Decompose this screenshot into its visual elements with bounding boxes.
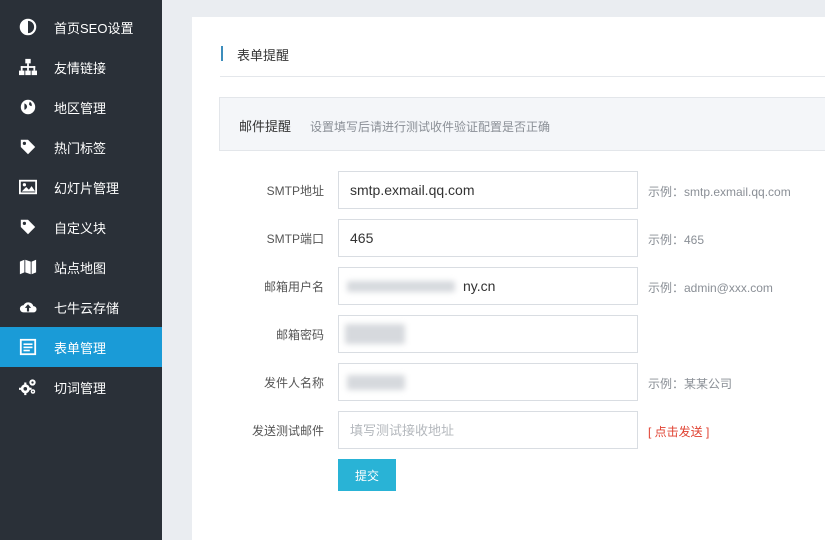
title-accent-bar (221, 46, 223, 61)
image-icon (18, 177, 38, 197)
sender-name-input[interactable] (338, 363, 638, 401)
tag-icon (18, 137, 38, 157)
sidebar-item-label: 表单管理 (54, 340, 107, 356)
smtp-host-input[interactable] (338, 171, 638, 209)
test-email-label: 发送测试邮件 (251, 424, 324, 438)
submit-button[interactable]: 提交 (338, 459, 396, 491)
test-email-input[interactable] (338, 411, 638, 449)
sender-name-hint: 示例：某某公司 (648, 377, 733, 391)
sidebar-item-label: 友情链接 (54, 60, 107, 76)
password-input[interactable] (338, 315, 638, 353)
section-title: 邮件提醒 (239, 119, 292, 134)
sidebar-item-label: 地区管理 (54, 100, 107, 116)
sidebar-item-qiniu[interactable]: 七牛云存储 (0, 287, 162, 327)
sidebar-item-label: 站点地图 (54, 260, 107, 276)
sidebar-item-label: 自定义块 (54, 220, 107, 236)
gears-icon (18, 377, 38, 397)
cloud-upload-icon (18, 297, 38, 317)
username-hint: 示例：admin@xxx.com (648, 281, 773, 295)
sidebar-item-region[interactable]: 地区管理 (0, 87, 162, 127)
sender-name-label: 发件人名称 (263, 376, 324, 390)
half-circle-icon (18, 17, 38, 37)
username-value: ny.cn (463, 278, 496, 294)
page-title: 表单提醒 (237, 48, 290, 63)
section-header: 邮件提醒 设置填写后请进行测试收件验证配置是否正确 (219, 97, 825, 151)
section-description: 设置填写后请进行测试收件验证配置是否正确 (310, 120, 551, 134)
sidebar-item-label: 首页SEO设置 (54, 20, 134, 36)
sidebar-item-slides[interactable]: 幻灯片管理 (0, 167, 162, 207)
sitemap-icon (18, 57, 38, 77)
sidebar-item-label: 幻灯片管理 (54, 180, 120, 196)
sidebar-item-segmentation[interactable]: 切词管理 (0, 367, 162, 407)
sidebar-item-label: 七牛云存储 (54, 300, 120, 316)
map-icon (18, 257, 38, 277)
sidebar-item-custom-block[interactable]: 自定义块 (0, 207, 162, 247)
redacted-blur (345, 324, 405, 344)
sidebar-item-forms[interactable]: 表单管理 (0, 327, 162, 367)
smtp-port-hint: 示例：465 (648, 233, 705, 247)
sidebar-item-seo[interactable]: 首页SEO设置 (0, 7, 162, 47)
username-input[interactable]: ny.cn (338, 267, 638, 305)
smtp-host-hint: 示例：smtp.exmail.qq.com (648, 185, 791, 199)
main-panel: 表单提醒 邮件提醒 设置填写后请进行测试收件验证配置是否正确 SMTP地址 示例… (192, 17, 825, 540)
username-label: 邮箱用户名 (263, 280, 324, 294)
redacted-blur (347, 281, 455, 292)
form-icon (18, 337, 38, 357)
smtp-port-input[interactable] (338, 219, 638, 257)
sidebar-item-tags[interactable]: 热门标签 (0, 127, 162, 167)
smtp-host-label: SMTP地址 (266, 184, 324, 198)
sidebar: 首页SEO设置 友情链接 地区管理 热门标签 幻灯片管理 自定义块 站点地图 七… (0, 0, 162, 540)
sidebar-item-label: 切词管理 (54, 380, 107, 396)
sidebar-item-sitemap[interactable]: 站点地图 (0, 247, 162, 287)
smtp-port-label: SMTP端口 (266, 232, 324, 246)
password-label: 邮箱密码 (275, 328, 324, 342)
tag-icon (18, 217, 38, 237)
send-test-link[interactable]: [ 点击发送 ] (648, 423, 709, 440)
divider (220, 76, 825, 77)
sidebar-item-label: 热门标签 (54, 140, 107, 156)
globe-icon (18, 97, 38, 117)
sidebar-item-links[interactable]: 友情链接 (0, 47, 162, 87)
redacted-blur (347, 375, 405, 390)
